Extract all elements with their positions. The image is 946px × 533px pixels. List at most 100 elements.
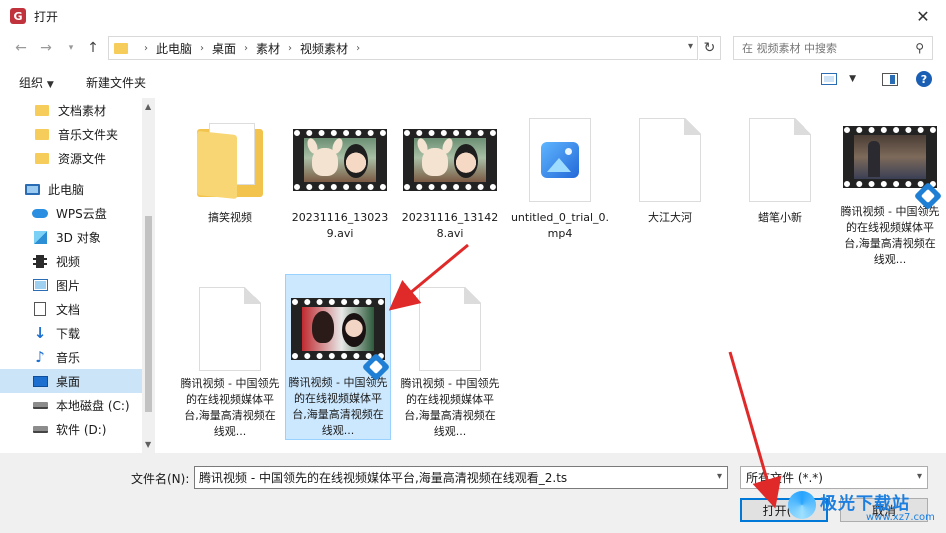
sidebar-item-label: 软件 (D:) <box>56 422 107 437</box>
caret-down-icon[interactable]: ▼ <box>849 74 856 84</box>
filename-value: 腾讯视频 - 中国领先的在线视频媒体平台,海量高清视频在线观看_2.ts <box>199 471 568 485</box>
scroll-down-icon[interactable]: ▼ <box>145 440 151 449</box>
filename-label: 文件名(N): <box>131 472 190 486</box>
chevron-right-icon: › <box>356 42 361 54</box>
forward-button[interactable]: → <box>35 36 57 60</box>
sidebar-item-label: 3D 对象 <box>56 230 101 245</box>
disk-icon <box>32 422 48 436</box>
new-folder-button[interactable]: 新建文件夹 <box>86 74 146 91</box>
chevron-right-icon: › <box>200 42 205 54</box>
sidebar-item-music-folder[interactable]: 音乐文件夹 <box>0 122 142 146</box>
blank-file-icon <box>404 286 496 372</box>
file-item[interactable]: 大江大河 <box>617 102 723 268</box>
video-icon <box>32 254 48 268</box>
sidebar-item-label: 图片 <box>56 278 81 293</box>
file-type-value: 所有文件 (*.*) <box>746 471 823 485</box>
caret-down-icon: ▼ <box>46 80 54 90</box>
sidebar-item-label: 资源文件 <box>58 151 107 166</box>
back-button[interactable]: ← <box>10 36 32 60</box>
address-bar[interactable]: › 此电脑 › 桌面 › 素材 › 视频素材 › ▾ <box>108 36 698 60</box>
folder-icon <box>184 114 276 206</box>
file-name: untitled_0_trial_0.mp4 <box>510 211 610 240</box>
file-type-select[interactable]: 所有文件 (*.*) ▾ <box>740 466 928 489</box>
search-input[interactable] <box>742 41 907 55</box>
breadcrumb: › 此电脑 › 桌面 › 素材 › 视频素材 › <box>136 40 368 57</box>
chevron-down-icon: ▾ <box>68 43 74 53</box>
sidebar-item-documents[interactable]: 文档 <box>0 297 142 321</box>
view-mode-icon[interactable] <box>821 73 838 85</box>
title-bar: G 打开 ✕ <box>0 0 946 32</box>
video-thumbnail-icon <box>291 287 391 382</box>
sidebar-item-videos[interactable]: 视频 <box>0 249 142 273</box>
watermark-url: www.xz7.com <box>866 512 935 523</box>
file-item-selected[interactable]: 腾讯视频 - 中国领先的在线视频媒体平台,海量高清视频在线观... <box>285 274 391 440</box>
chevron-down-icon[interactable]: ▾ <box>717 471 722 482</box>
chevron-down-icon[interactable]: ▾ <box>688 41 693 52</box>
arrow-right-icon: → <box>40 40 52 56</box>
chevron-right-icon: › <box>144 42 148 54</box>
sidebar-item-docs-material[interactable]: 文档素材 <box>0 98 142 122</box>
breadcrumb-item[interactable]: 此电脑 <box>156 40 192 57</box>
download-icon: ↓ <box>33 324 47 342</box>
sidebar-item-drive-c[interactable]: 本地磁盘 (C:) <box>0 393 142 417</box>
navigation-bar: ← → ▾ ↑ › 此电脑 › 桌面 › 素材 › 视频素材 › ▾ ↻ ⚲ <box>0 32 946 64</box>
close-button[interactable]: ✕ <box>900 0 946 32</box>
breadcrumb-item[interactable]: 视频素材 <box>300 40 348 57</box>
search-box: ⚲ <box>733 36 933 60</box>
file-name: 腾讯视频 - 中国领先的在线视频媒体平台,海量高清视频在线观... <box>400 377 500 438</box>
preview-pane-icon[interactable] <box>882 72 898 86</box>
arrow-left-icon: ← <box>15 40 27 56</box>
organize-label: 组织 <box>19 76 44 90</box>
file-name: 蜡笔小新 <box>758 211 802 224</box>
mp4-file-icon <box>514 114 606 206</box>
sidebar-item-desktop[interactable]: 桌面 <box>0 369 142 393</box>
arrow-up-icon: ↑ <box>87 40 99 56</box>
sidebar-item-label: 文档 <box>56 302 81 317</box>
folder-icon <box>34 103 50 117</box>
sidebar-item-this-pc[interactable]: 此电脑 <box>0 177 142 201</box>
search-icon[interactable]: ⚲ <box>915 41 924 55</box>
file-item[interactable]: 腾讯视频 - 中国领先的在线视频媒体平台,海量高清视频在线观... <box>177 274 283 440</box>
sidebar-item-label: WPS云盘 <box>56 206 107 221</box>
file-item[interactable]: 20231116_131428.avi <box>397 102 503 268</box>
chevron-down-icon: ▾ <box>916 471 922 482</box>
watermark-text: 极光下载站 <box>820 494 910 514</box>
sidebar-item-wps-cloud[interactable]: WPS云盘 <box>0 201 142 225</box>
command-bar: 组织 ▼ 新建文件夹 ▼ ? <box>0 64 946 98</box>
sidebar-item-music[interactable]: ♪ 音乐 <box>0 345 142 369</box>
sidebar-item-label: 桌面 <box>56 374 81 389</box>
sidebar-item-pictures[interactable]: 图片 <box>0 273 142 297</box>
breadcrumb-item[interactable]: 桌面 <box>212 40 236 57</box>
breadcrumb-item[interactable]: 素材 <box>256 40 280 57</box>
file-name: 腾讯视频 - 中国领先的在线视频媒体平台,海量高清视频在线观... <box>840 205 940 266</box>
sidebar-item-downloads[interactable]: ↓ 下载 <box>0 321 142 345</box>
file-item[interactable]: 搞笑视频 <box>177 102 283 268</box>
refresh-button[interactable]: ↻ <box>699 36 721 60</box>
file-name: 20231116_130239.avi <box>291 211 389 240</box>
sidebar-item-resources[interactable]: 资源文件 <box>0 146 142 170</box>
file-item[interactable]: 蜡笔小新 <box>727 102 833 268</box>
help-icon[interactable]: ? <box>916 71 932 87</box>
sidebar-scrollbar[interactable]: ▲ ▼ <box>142 98 155 453</box>
file-item[interactable]: 20231116_130239.avi <box>287 102 393 268</box>
window-title: 打开 <box>34 9 59 24</box>
file-item[interactable]: 腾讯视频 - 中国领先的在线视频媒体平台,海量高清视频在线观... <box>397 274 503 440</box>
organize-button[interactable]: 组织 ▼ <box>19 74 54 91</box>
scroll-up-icon[interactable]: ▲ <box>145 102 151 111</box>
file-item[interactable]: 腾讯视频 - 中国领先的在线视频媒体平台,海量高清视频在线观... <box>837 102 943 268</box>
up-button[interactable]: ↑ <box>82 36 104 60</box>
sidebar-item-3d-objects[interactable]: 3D 对象 <box>0 225 142 249</box>
sidebar-item-label: 此电脑 <box>48 182 85 197</box>
filename-input[interactable]: 腾讯视频 - 中国领先的在线视频媒体平台,海量高清视频在线观看_2.ts ▾ <box>194 466 728 489</box>
file-item[interactable]: untitled_0_trial_0.mp4 <box>507 102 613 268</box>
scrollbar-thumb[interactable] <box>145 216 152 412</box>
sidebar-item-drive-d[interactable]: 软件 (D:) <box>0 417 142 441</box>
folder-icon <box>34 151 50 165</box>
computer-icon <box>24 182 40 196</box>
sidebar-item-label: 音乐文件夹 <box>58 127 119 142</box>
blank-file-icon <box>184 286 276 372</box>
chevron-right-icon: › <box>288 42 293 54</box>
recent-locations-button[interactable]: ▾ <box>60 36 82 60</box>
file-name: 20231116_131428.avi <box>401 211 499 240</box>
video-thumbnail-icon <box>293 114 387 206</box>
